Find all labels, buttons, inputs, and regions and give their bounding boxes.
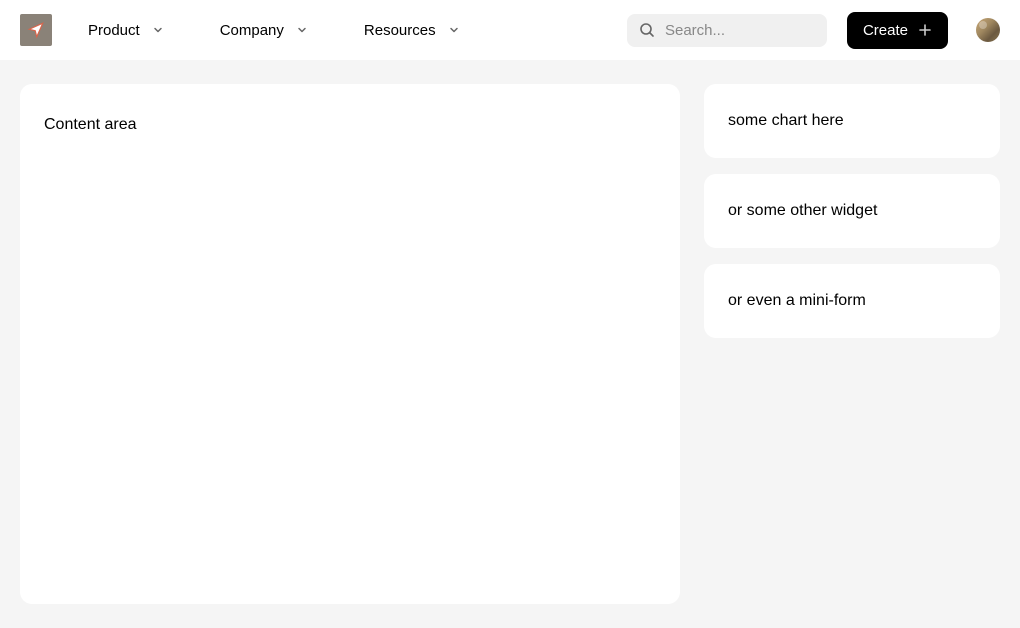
sidebar-widgets: some chart here or some other widget or … [704, 84, 1000, 604]
chevron-down-icon [152, 24, 164, 36]
plus-icon [918, 23, 932, 37]
create-label: Create [863, 22, 908, 39]
widget-text: some chart here [728, 112, 976, 130]
main-content-area: Content area [20, 84, 680, 604]
nav-item-product[interactable]: Product [76, 16, 176, 45]
content-area-title: Content area [44, 116, 656, 134]
header: Product Company Resources [0, 0, 1020, 60]
create-button[interactable]: Create [847, 12, 948, 49]
widget-chart: some chart here [704, 84, 1000, 158]
nav-label: Company [220, 22, 284, 39]
content-wrapper: Content area some chart here or some oth… [0, 60, 1020, 628]
avatar[interactable] [976, 18, 1000, 42]
search-icon [639, 22, 655, 38]
widget-text: or even a mini-form [728, 292, 976, 310]
nav-menu: Product Company Resources [76, 16, 496, 45]
logo-icon [27, 21, 45, 39]
nav-label: Product [88, 22, 140, 39]
widget-text: or some other widget [728, 202, 976, 220]
chevron-down-icon [296, 24, 308, 36]
nav-item-company[interactable]: Company [208, 16, 320, 45]
chevron-down-icon [448, 24, 460, 36]
widget-miniform: or even a mini-form [704, 264, 1000, 338]
search-box[interactable] [627, 14, 827, 47]
widget-other: or some other widget [704, 174, 1000, 248]
nav-item-resources[interactable]: Resources [352, 16, 472, 45]
nav-label: Resources [364, 22, 436, 39]
search-input[interactable] [665, 22, 815, 39]
logo[interactable] [20, 14, 52, 46]
